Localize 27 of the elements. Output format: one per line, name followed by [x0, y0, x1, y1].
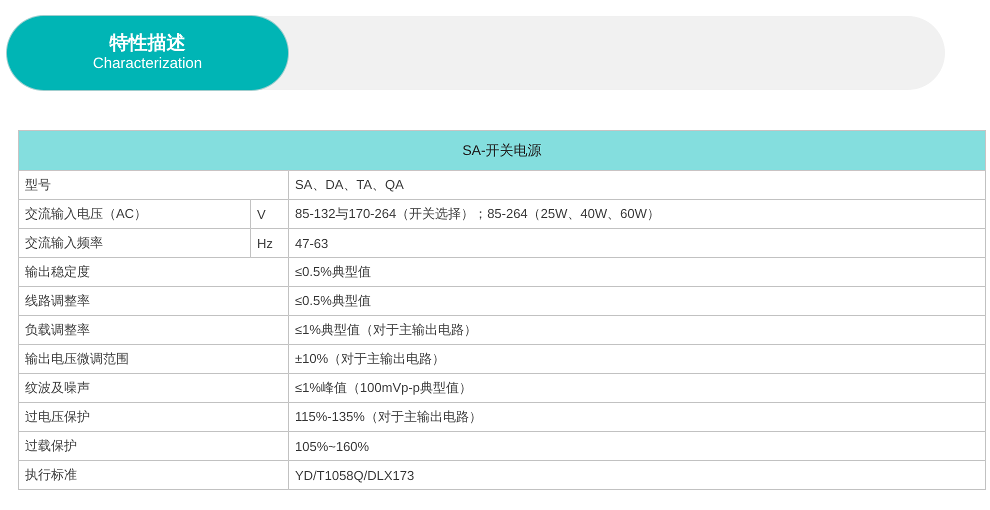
table-cell: 交流输入电压（AC） [18, 200, 250, 228]
table-cell: 型号 [18, 170, 288, 200]
table-cell: SA、DA、TA、QA [288, 170, 986, 200]
table-cell: 过电压保护 [18, 402, 288, 432]
table-cell: ≤1%典型值（对于主输出电路） [288, 316, 986, 344]
section-subtitle: Characterization [92, 55, 202, 73]
table-cell: ≤0.5%典型值 [288, 258, 986, 286]
table-cell: ≤0.5%典型值 [288, 286, 986, 316]
table-title: SA-开关电源 [18, 130, 986, 170]
table-cell: 线路调整率 [18, 286, 288, 316]
table-cell: 85-132与170-264（开关选择）；85-264（25W、40W、60W） [288, 200, 986, 228]
table-cell: 交流输入频率 [18, 228, 250, 258]
table-cell: V [250, 200, 288, 228]
table-cell: 纹波及噪声 [18, 374, 288, 402]
table-cell: 输出稳定度 [18, 258, 288, 286]
table-cell: ≤1%峰值（100mVp-p典型值） [288, 374, 986, 402]
table-cell: 过载保护 [18, 432, 288, 460]
table-cell: Hz [250, 228, 288, 258]
table-cell: 47-63 [288, 228, 986, 258]
section-title: 特性描述 [110, 33, 186, 55]
table-cell: 105%~160% [288, 432, 986, 460]
table-cell: 115%-135%（对于主输出电路） [288, 402, 986, 432]
table-cell: 输出电压微调范围 [18, 344, 288, 374]
table-cell: 负载调整率 [18, 316, 288, 344]
table-cell: YD/T1058Q/DLX173 [288, 460, 986, 490]
table-cell: 执行标准 [18, 460, 288, 490]
table-cell: ±10%（对于主输出电路） [288, 344, 986, 374]
